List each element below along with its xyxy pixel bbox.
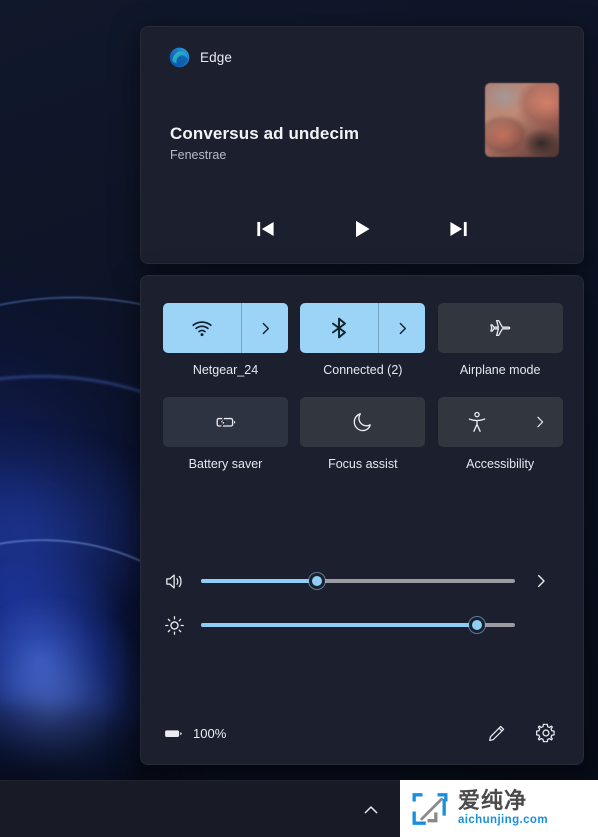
sidebar-item-focus-assist[interactable]	[300, 397, 426, 447]
airplane-mode-toggle-button[interactable]	[438, 303, 563, 353]
bluetooth-icon	[332, 317, 347, 339]
brightness-slider-thumb[interactable]	[469, 617, 486, 633]
wifi-expand-button[interactable]	[242, 303, 288, 353]
airplane-icon	[490, 319, 511, 337]
brightness-sun-icon	[165, 615, 184, 635]
play-pause-button[interactable]	[345, 212, 379, 246]
bluetooth-expand-button[interactable]	[379, 303, 425, 353]
tile-cell-airplane-mode: Airplane mode	[437, 303, 563, 377]
sidebar-item-wifi[interactable]	[163, 303, 288, 353]
watermark-text-cn: 爱纯净	[458, 788, 528, 814]
moon-icon	[353, 413, 371, 432]
slider-area	[163, 559, 563, 647]
skip-next-icon	[450, 221, 467, 237]
all-settings-button[interactable]	[531, 718, 561, 748]
volume-icon-wrap[interactable]	[163, 570, 201, 593]
bluetooth-toggle-button[interactable]	[300, 303, 380, 353]
aichunjing-logo-icon	[412, 792, 448, 825]
battery-full-icon	[165, 729, 182, 737]
chevron-right-icon	[399, 322, 406, 334]
accessibility-expand-button[interactable]	[517, 397, 563, 447]
watermark-text-en: aichunjing.com	[458, 814, 548, 827]
edit-quick-settings-button[interactable]	[481, 718, 511, 748]
sidebar-item-airplane-mode[interactable]	[437, 303, 563, 353]
volume-slider-thumb[interactable]	[309, 573, 326, 589]
battery-percent-label: 100%	[193, 725, 227, 741]
brightness-slider[interactable]	[201, 615, 515, 635]
tile-cell-accessibility: Accessibility	[437, 397, 563, 471]
battery-saver-toggle-button[interactable]	[163, 397, 288, 447]
media-track-artist: Fenestrae	[170, 148, 227, 162]
chevron-up-icon	[364, 806, 378, 814]
battery-status-group[interactable]: 100%	[163, 723, 226, 744]
previous-track-button[interactable]	[249, 212, 283, 246]
tile-label-accessibility: Accessibility	[466, 457, 535, 471]
tile-cell-focus-assist: Focus assist	[300, 397, 426, 471]
brightness-icon-wrap	[163, 614, 201, 637]
brightness-slider-row	[163, 603, 563, 647]
wifi-toggle-button[interactable]	[163, 303, 242, 353]
tile-label-battery-saver: Battery saver	[188, 457, 263, 471]
quick-settings-panel: Netgear_24 Connected (2) Airplane mode B…	[140, 275, 584, 765]
watermark-text-wrap: 爱纯净 aichunjing.com	[458, 790, 548, 827]
gear-settings-icon	[536, 723, 555, 743]
tile-cell-bluetooth: Connected (2)	[300, 303, 426, 377]
media-app-row: Edge	[169, 47, 232, 68]
volume-slider[interactable]	[201, 571, 515, 591]
chevron-right-icon	[537, 574, 545, 588]
chevron-right-icon	[262, 322, 269, 334]
chevron-right-icon	[537, 416, 543, 428]
tile-cell-wifi: Netgear_24	[163, 303, 288, 377]
album-art-thumbnail	[485, 83, 559, 157]
volume-slider-row	[163, 559, 563, 603]
volume-slider-fill	[201, 579, 318, 583]
watermark-overlay: 爱纯净 aichunjing.com	[400, 780, 598, 837]
next-track-button[interactable]	[441, 212, 475, 246]
sidebar-item-battery-saver[interactable]	[163, 397, 288, 447]
skip-previous-icon	[257, 221, 274, 237]
brightness-slider-fill	[201, 623, 478, 627]
media-controls-row	[141, 212, 583, 246]
sidebar-item-bluetooth[interactable]	[300, 303, 426, 353]
wifi-icon	[192, 321, 212, 337]
accessibility-person-icon	[468, 411, 486, 432]
battery-saver-icon	[216, 416, 235, 428]
edge-icon	[169, 47, 190, 68]
focus-assist-toggle-button[interactable]	[300, 397, 425, 447]
media-player-panel: Edge Conversus ad undecim Fenestrae	[140, 26, 584, 264]
tile-label-bluetooth: Connected (2)	[323, 363, 403, 377]
tile-label-wifi: Netgear_24	[192, 363, 259, 377]
tile-row-spacer	[163, 377, 563, 397]
media-track-title: Conversus ad undecim	[170, 124, 360, 143]
quick-settings-footer: 100%	[141, 702, 583, 764]
quick-settings-tile-grid: Netgear_24 Connected (2) Airplane mode B…	[163, 303, 563, 471]
play-icon	[356, 220, 370, 238]
audio-output-selector[interactable]	[519, 573, 563, 589]
accessibility-button[interactable]	[438, 397, 517, 447]
tile-label-focus-assist: Focus assist	[328, 457, 398, 471]
footer-actions	[481, 718, 561, 748]
tile-label-airplane-mode: Airplane mode	[459, 363, 541, 377]
speaker-volume-icon	[166, 573, 182, 589]
media-app-name: Edge	[200, 50, 232, 65]
pencil-edit-icon	[488, 725, 504, 741]
sidebar-item-accessibility[interactable]	[437, 397, 563, 447]
tile-cell-battery-saver: Battery saver	[163, 397, 288, 471]
taskbar-overflow-button[interactable]	[356, 795, 386, 825]
